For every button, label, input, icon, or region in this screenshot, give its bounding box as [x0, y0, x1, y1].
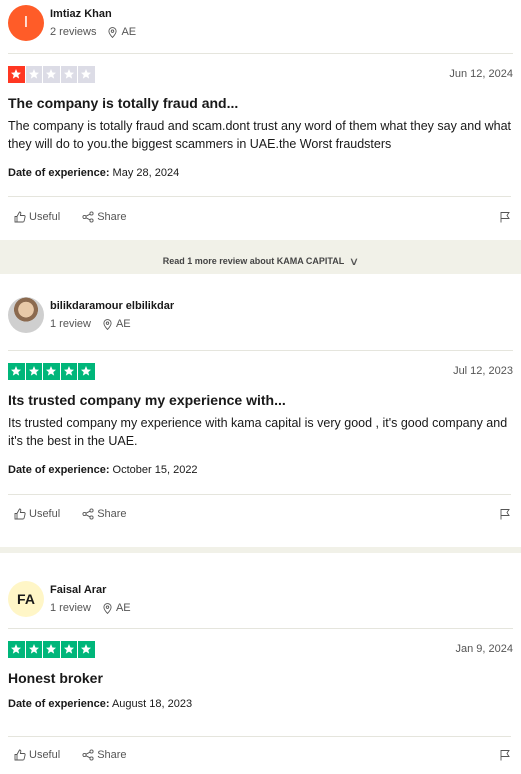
star-filled-icon	[78, 641, 95, 658]
consumer-info: I Imtiaz Khan 2 reviews AE	[8, 0, 513, 46]
consumer-info: FA Faisal Arar 1 review AE	[8, 576, 513, 622]
avatar[interactable]: FA	[8, 581, 44, 617]
star-rating	[8, 66, 95, 83]
star-empty-icon	[25, 66, 42, 83]
chevron-down-icon: ∨	[349, 255, 360, 268]
review-date: Jul 12, 2023	[453, 365, 513, 378]
review-title[interactable]: Its trusted company my experience with..…	[8, 392, 513, 408]
star-filled-icon	[78, 363, 95, 380]
thumbs-up-icon	[14, 749, 26, 761]
star-filled-icon	[43, 363, 60, 380]
review-card: bilikdaramour elbilikdar 1 review AE Jul…	[0, 292, 521, 547]
review-card: I Imtiaz Khan 2 reviews AE Jun 12, 2024 …	[0, 0, 521, 240]
star-empty-icon	[78, 66, 95, 83]
divider	[8, 350, 513, 351]
star-filled-icon	[43, 641, 60, 658]
divider	[8, 53, 513, 54]
star-filled-icon	[25, 641, 42, 658]
consumer-country: AE	[115, 602, 131, 614]
avatar[interactable]	[8, 297, 44, 333]
location-pin-icon	[108, 26, 118, 38]
star-rating	[8, 641, 95, 658]
thumbs-up-icon	[14, 508, 26, 520]
section-gap	[0, 240, 521, 248]
share-button[interactable]: Share	[82, 749, 127, 761]
share-icon	[82, 211, 94, 223]
flag-icon[interactable]	[499, 211, 511, 223]
consumer-country: AE	[115, 318, 131, 330]
share-button[interactable]: Share	[82, 211, 127, 223]
star-filled-icon	[60, 641, 77, 658]
useful-button[interactable]: Useful	[14, 508, 60, 520]
divider	[8, 628, 513, 629]
review-body: The company is totally fraud and scam.do…	[8, 118, 512, 151]
review-count: 2 reviews	[50, 26, 97, 38]
useful-button[interactable]: Useful	[14, 211, 60, 223]
flag-icon[interactable]	[499, 508, 511, 520]
review-title[interactable]: The company is totally fraud and...	[8, 95, 513, 111]
star-empty-icon	[60, 66, 77, 83]
star-empty-icon	[43, 66, 60, 83]
review-body: Its trusted company my experience with k…	[8, 415, 508, 448]
star-filled-icon	[25, 363, 42, 380]
consumer-name[interactable]: Imtiaz Khan	[50, 8, 136, 20]
date-of-experience: Date of experience: August 18, 2023	[8, 697, 193, 710]
avatar[interactable]: I	[8, 5, 44, 41]
star-filled-icon	[8, 641, 25, 658]
review-date: Jun 12, 2024	[449, 68, 513, 81]
consumer-name[interactable]: bilikdaramour elbilikdar	[50, 300, 174, 312]
divider	[8, 196, 511, 197]
divider	[8, 736, 511, 737]
consumer-name[interactable]: Faisal Arar	[50, 584, 131, 596]
date-of-experience: Date of experience: October 15, 2022	[8, 463, 198, 476]
share-button[interactable]: Share	[82, 508, 127, 520]
divider	[8, 494, 511, 495]
star-rating	[8, 363, 95, 380]
consumer-country: AE	[121, 26, 137, 38]
share-icon	[82, 749, 94, 761]
review-title[interactable]: Honest broker	[8, 670, 513, 686]
share-icon	[82, 508, 94, 520]
star-filled-icon	[8, 363, 25, 380]
review-card: FA Faisal Arar 1 review AE Jan 9, 2024 H…	[0, 553, 521, 774]
location-pin-icon	[103, 318, 112, 330]
consumer-info: bilikdaramour elbilikdar 1 review AE	[8, 292, 513, 338]
useful-button[interactable]: Useful	[14, 749, 60, 761]
read-more-button[interactable]: Read 1 more review about KAMA CAPITAL ∨	[0, 248, 521, 274]
location-pin-icon	[103, 602, 112, 614]
star-filled-icon	[60, 363, 77, 380]
thumbs-up-icon	[14, 211, 26, 223]
review-count: 1 review	[50, 602, 91, 614]
date-of-experience: Date of experience: May 28, 2024	[8, 166, 180, 179]
flag-icon[interactable]	[499, 749, 511, 761]
review-date: Jan 9, 2024	[455, 643, 514, 656]
review-count: 1 review	[50, 318, 91, 330]
star-filled-icon	[8, 66, 25, 83]
